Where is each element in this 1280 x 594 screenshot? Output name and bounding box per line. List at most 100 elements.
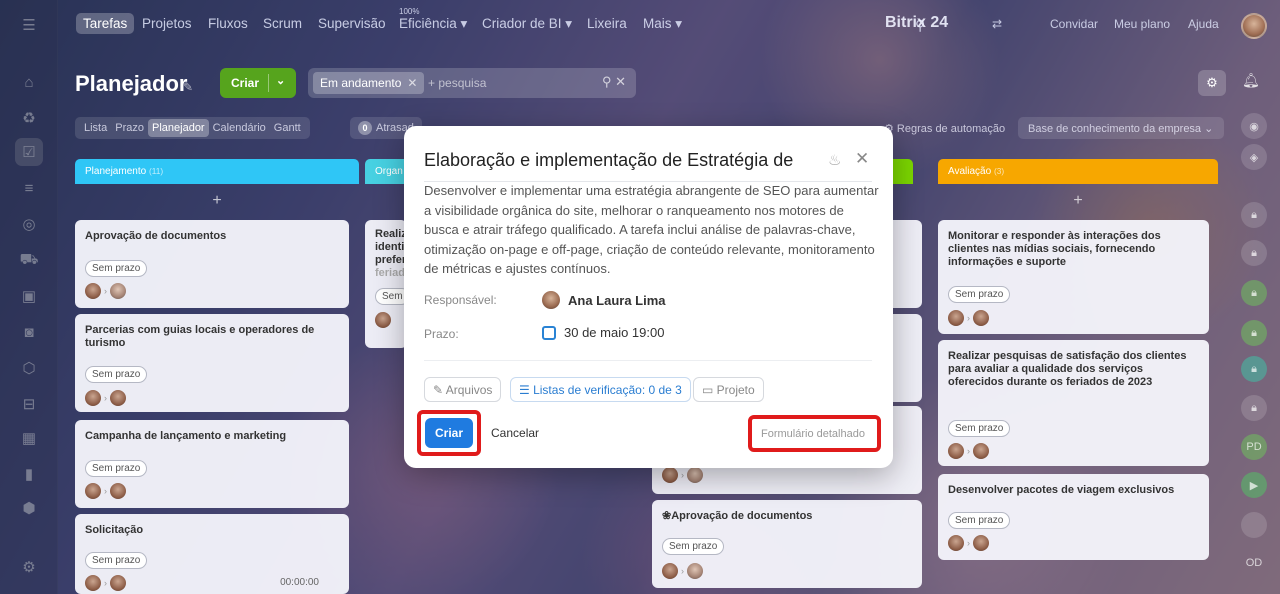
time-tracker[interactable]: 00:00:00 <box>280 577 319 588</box>
view-gantt[interactable]: Gantt <box>270 119 305 137</box>
user-avatar[interactable] <box>1241 13 1267 39</box>
deadline-badge[interactable]: Sem prazo <box>662 538 725 555</box>
cancel-button[interactable]: Cancelar <box>491 426 539 440</box>
my-plan-link[interactable]: Meu plano <box>1114 17 1170 31</box>
deadline-label: Prazo: <box>424 327 459 341</box>
invite-link[interactable]: Convidar <box>1050 17 1098 31</box>
edit-title-icon[interactable]: ✎ <box>183 80 193 94</box>
tab-bi-builder[interactable]: Criador de BI ▾ <box>482 16 572 32</box>
filter-search[interactable]: Em andamento ✕ + pesquisa ⚲ ✕ <box>308 68 636 98</box>
lock-icon[interactable]: 🔒︎ <box>1241 320 1267 346</box>
tab-trash[interactable]: Lixeira <box>587 16 627 31</box>
column-header-planning: Planejamento (11) <box>75 159 359 184</box>
lock-icon[interactable]: 🔒︎ <box>1241 240 1267 266</box>
search-clear-icons[interactable]: ⚲ ✕ <box>602 74 626 90</box>
efficiency-badge: 100% <box>399 7 420 16</box>
deadline-badge[interactable]: Sem prazo <box>85 460 148 477</box>
tab-scrum[interactable]: Scrum <box>263 16 302 31</box>
lock-icon[interactable]: 🔒︎ <box>1241 395 1267 421</box>
view-deadline[interactable]: Prazo <box>111 119 148 137</box>
view-list[interactable]: Lista <box>80 119 111 137</box>
avatar <box>85 482 101 499</box>
highlight-detailed-form <box>748 415 881 452</box>
task-card[interactable]: Solicitação Sem prazo › 00:00:00 <box>75 514 349 594</box>
avatar <box>687 562 703 579</box>
task-card[interactable]: Monitorar e responder às interações dos … <box>938 220 1209 334</box>
task-title: ❀Aprovação de documentos <box>662 510 912 523</box>
create-task-button[interactable]: Criar ⌄ <box>220 68 296 98</box>
arrow-icon: › <box>967 445 970 456</box>
avatar <box>85 282 101 299</box>
task-card[interactable]: Realizar pesquisas de satisfação dos cli… <box>938 340 1209 466</box>
task-card[interactable]: Campanha de lançamento e marketing Sem p… <box>75 420 349 508</box>
avatar <box>85 574 101 591</box>
responsible-field[interactable]: Ana Laura Lima <box>542 291 666 309</box>
view-calendar[interactable]: Calendário <box>209 119 270 137</box>
project-button[interactable]: ▭ Projeto <box>693 377 764 402</box>
knowledge-base-select[interactable]: Base de conhecimento da empresa ⌄ <box>1018 117 1224 139</box>
filter-chip-label: Em andamento <box>320 76 402 90</box>
column-count: (3) <box>993 166 1005 176</box>
responsible-value: Ana Laura Lima <box>568 292 666 308</box>
remove-chip-icon[interactable]: ✕ <box>407 76 417 90</box>
deadline-badge[interactable]: Sem prazo <box>85 552 148 569</box>
checklists-button[interactable]: ☰ Listas de verificação: 0 de 3 <box>510 377 691 402</box>
tab-flows[interactable]: Fluxos <box>208 16 248 31</box>
add-card-button[interactable]: + <box>75 192 359 214</box>
lock-icon[interactable]: 🔒︎ <box>1241 280 1267 306</box>
flame-icon[interactable]: ♨ <box>828 151 841 169</box>
avatar <box>662 466 678 483</box>
chat-icon[interactable]: ◉ <box>1241 113 1267 139</box>
gear-icon[interactable]: ⚙ <box>1198 70 1226 96</box>
profile-badge[interactable]: PD <box>1241 434 1267 460</box>
video-icon[interactable]: ▶ <box>1241 472 1267 498</box>
deadline-badge[interactable]: Sem prazo <box>948 286 1011 303</box>
task-card[interactable]: Aprovação de documentos Sem prazo › <box>75 220 349 308</box>
deadline-badge[interactable]: Sem prazo <box>85 366 148 383</box>
view-planner[interactable]: Planejador <box>148 119 209 137</box>
tab-efficiency[interactable]: 100% Eficiência ▾ <box>399 7 467 32</box>
search-input[interactable]: + pesquisa <box>428 76 486 90</box>
task-card[interactable]: Realiz identi prefer feriad Sem <box>365 220 407 348</box>
filter-chip[interactable]: Em andamento ✕ <box>313 72 425 94</box>
automation-rules-link[interactable]: ⚙ Regras de automação <box>884 122 1005 135</box>
column-header-evaluation: Avaliação (3) <box>938 159 1218 184</box>
tab-projects[interactable]: Projetos <box>142 16 192 31</box>
checklists-label: Listas de verificação: 0 de 3 <box>533 383 682 397</box>
tab-more[interactable]: Mais ▾ <box>643 16 682 32</box>
task-title: Aprovação de documentos <box>85 230 227 242</box>
toggle-icon[interactable]: ⇄ <box>992 17 1002 31</box>
chevron-down-icon[interactable]: ⌄ <box>276 74 285 87</box>
task-description[interactable]: Desenvolver e implementar uma estratégia… <box>424 181 879 279</box>
project-label: Projeto <box>716 383 755 397</box>
help-link[interactable]: Ajuda <box>1188 17 1219 31</box>
deadline-badge[interactable]: Sem prazo <box>948 420 1011 437</box>
tab-tasks[interactable]: Tarefas <box>76 13 135 34</box>
task-title-input[interactable]: Elaboração e implementação de Estratégia… <box>424 150 804 171</box>
task-card[interactable]: Parcerias com guias locais e operadores … <box>75 314 349 412</box>
deadline-badge[interactable]: Sem prazo <box>85 260 148 277</box>
task-title-line: identi <box>375 241 405 253</box>
deadline-badge[interactable]: Sem <box>375 288 407 305</box>
avatar <box>973 442 989 459</box>
add-card-button[interactable]: + <box>938 192 1218 214</box>
create-separator <box>268 74 269 92</box>
deadline-field[interactable]: 30 de maio 19:00 <box>542 325 664 340</box>
automation-label: Regras de automação <box>896 123 1006 135</box>
task-card[interactable]: ❀Aprovação de documentos Sem prazo › <box>652 500 922 588</box>
lock-icon[interactable]: 🔒︎ <box>1241 202 1267 228</box>
task-card[interactable]: Desenvolver pacotes de viagem exclusivos… <box>938 474 1209 560</box>
avatar[interactable] <box>1241 512 1267 538</box>
close-icon[interactable]: ✕ <box>855 149 869 169</box>
bell-icon[interactable]: 🔔︎ <box>1242 72 1260 89</box>
top-bar: Tarefas Projetos Fluxos Scrum Supervisão… <box>58 0 1280 52</box>
avatar <box>973 309 989 326</box>
lock-icon[interactable]: 🔒︎ <box>1241 356 1267 382</box>
copilot-icon[interactable]: ◈ <box>1241 144 1267 170</box>
tab-supervision[interactable]: Supervisão <box>318 16 386 31</box>
avatar <box>110 389 126 406</box>
files-button[interactable]: ✎ Arquivos <box>424 377 502 402</box>
column-header-partial <box>893 159 913 184</box>
user-initials[interactable]: OD <box>1241 550 1267 576</box>
deadline-badge[interactable]: Sem prazo <box>948 512 1011 529</box>
